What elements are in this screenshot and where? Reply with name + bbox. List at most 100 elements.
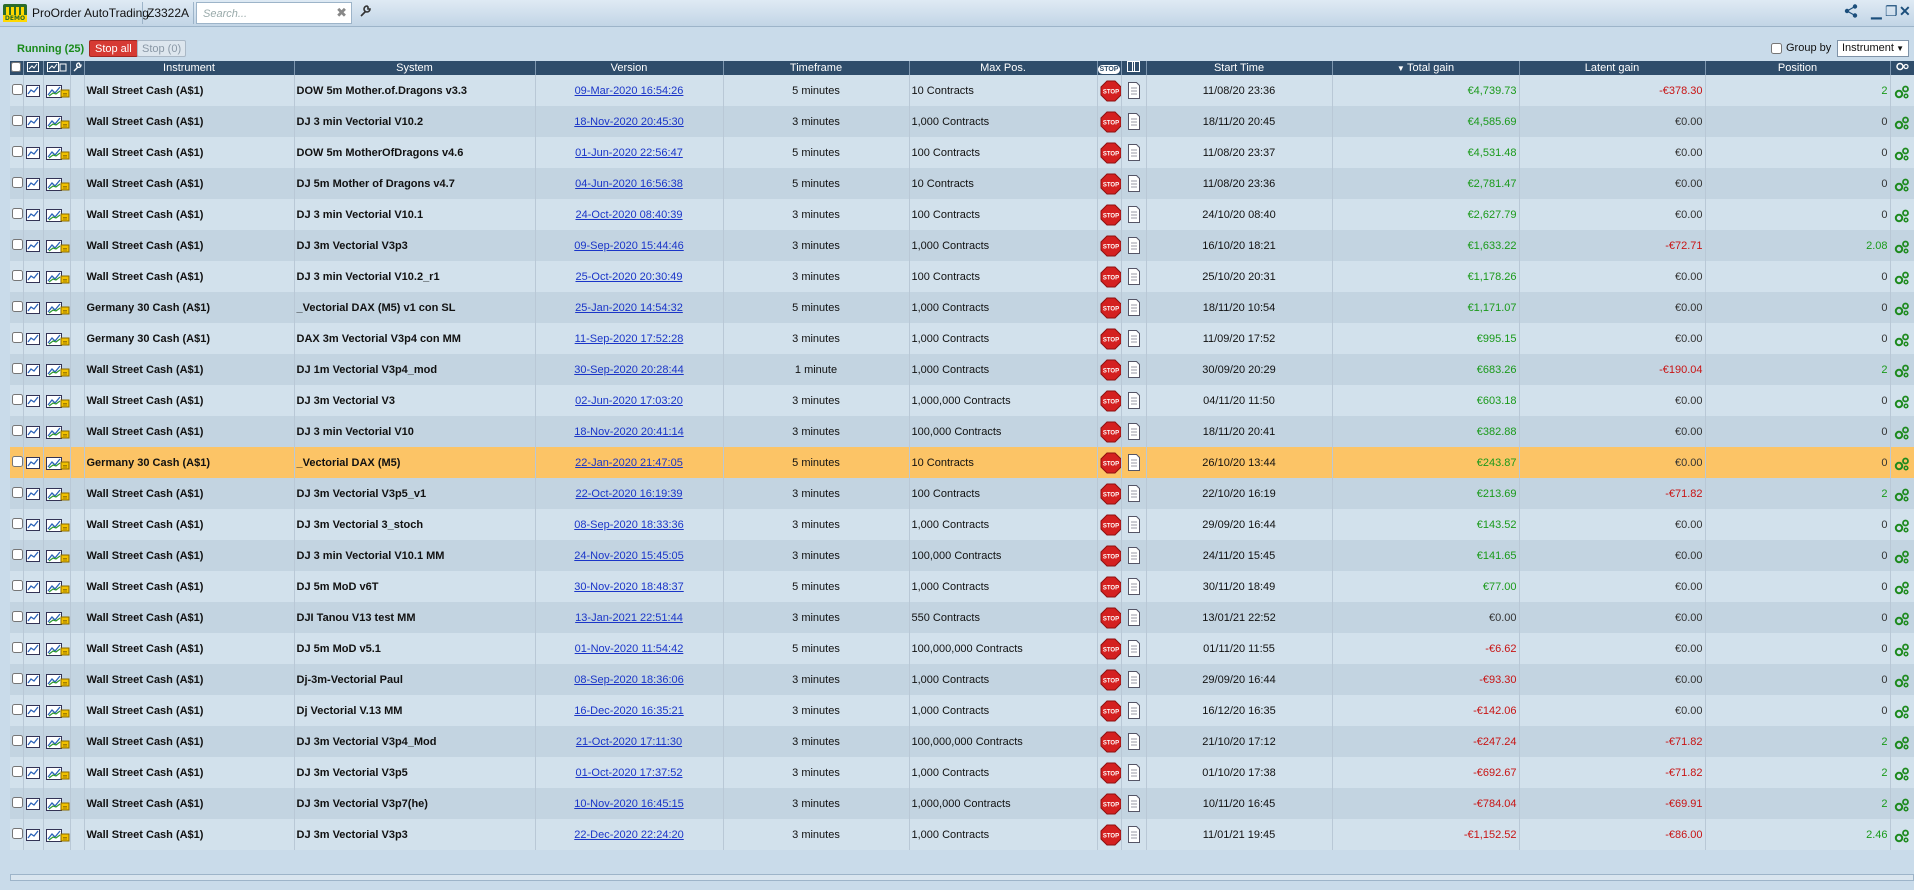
row-options-button[interactable] (1890, 602, 1914, 633)
row-options-button[interactable] (1890, 137, 1914, 168)
row-checkbox-cell[interactable] (10, 199, 24, 230)
table-row[interactable]: Germany 30 Cash (A$1) _Vectorial DAX (M5)… (10, 447, 1914, 478)
chart-icon[interactable] (23, 726, 44, 757)
stop-button[interactable]: STOP (1097, 199, 1122, 230)
row-options-button[interactable] (1890, 168, 1914, 199)
search-box[interactable]: ✖ (196, 2, 352, 24)
table-row[interactable]: Wall Street Cash (A$1) DJ 3 min Vectorial… (10, 261, 1914, 292)
row-checkbox[interactable] (12, 424, 22, 436)
chart-icon[interactable] (23, 354, 44, 385)
stop-button[interactable]: STOP (1097, 695, 1122, 726)
row-options-button[interactable] (1890, 292, 1914, 323)
row-checkbox-cell[interactable] (10, 447, 24, 478)
stop-button[interactable]: STOP (1097, 478, 1122, 509)
chart-icon[interactable] (23, 168, 44, 199)
backtest-icon[interactable] (43, 137, 71, 168)
table-row[interactable]: Wall Street Cash (A$1) DJ 3m Vectorial V3… (10, 726, 1914, 757)
version-link[interactable]: 18-Nov-2020 20:41:14 (535, 416, 724, 447)
report-button[interactable] (1121, 168, 1147, 199)
backtest-icon[interactable] (43, 757, 71, 788)
backtest-icon[interactable] (43, 168, 71, 199)
row-checkbox[interactable] (12, 207, 22, 219)
table-row[interactable]: Wall Street Cash (A$1) DJ 3 min Vectorial… (10, 106, 1914, 137)
row-options-button[interactable] (1890, 664, 1914, 695)
chart-icon[interactable] (23, 447, 44, 478)
group-by-toggle[interactable]: Group by (1771, 42, 1831, 54)
report-button[interactable] (1121, 447, 1147, 478)
row-options-button[interactable] (1890, 509, 1914, 540)
report-button[interactable] (1121, 571, 1147, 602)
group-by-checkbox[interactable] (1771, 42, 1782, 54)
report-button[interactable] (1121, 633, 1147, 664)
table-row[interactable]: Wall Street Cash (A$1) DJ 3m Vectorial V3… (10, 757, 1914, 788)
table-row[interactable]: Wall Street Cash (A$1) DJ 5m MoD v6T 30-No… (10, 571, 1914, 602)
stop-button[interactable]: STOP (1097, 106, 1122, 137)
row-checkbox[interactable] (12, 734, 22, 746)
row-checkbox-cell[interactable] (10, 788, 24, 819)
chart-icon[interactable] (23, 571, 44, 602)
report-button[interactable] (1121, 385, 1147, 416)
chart-icon[interactable] (23, 75, 44, 106)
version-link[interactable]: 01-Nov-2020 11:54:42 (535, 633, 724, 664)
table-row[interactable]: Germany 30 Cash (A$1) DAX 3m Vectorial V3… (10, 323, 1914, 354)
report-button[interactable] (1121, 726, 1147, 757)
version-link[interactable]: 08-Sep-2020 18:36:06 (535, 664, 724, 695)
row-checkbox[interactable] (12, 579, 22, 591)
report-button[interactable] (1121, 788, 1147, 819)
horizontal-scrollbar[interactable] (10, 874, 1914, 881)
report-button[interactable] (1121, 292, 1147, 323)
backtest-icon[interactable] (43, 323, 71, 354)
chart-icon[interactable] (23, 788, 44, 819)
report-button[interactable] (1121, 602, 1147, 633)
col-max-pos[interactable]: Max Pos. (909, 61, 1098, 75)
clear-search-icon[interactable]: ✖ (336, 5, 347, 21)
report-button[interactable] (1121, 137, 1147, 168)
row-checkbox[interactable] (12, 796, 22, 808)
version-link[interactable]: 25-Jan-2020 14:54:32 (535, 292, 724, 323)
version-link[interactable]: 30-Nov-2020 18:48:37 (535, 571, 724, 602)
report-button[interactable] (1121, 695, 1147, 726)
version-link[interactable]: 09-Sep-2020 15:44:46 (535, 230, 724, 261)
select-all-header[interactable] (10, 61, 24, 75)
report-button[interactable] (1121, 199, 1147, 230)
chart-icon[interactable] (23, 292, 44, 323)
chart-icon[interactable] (23, 509, 44, 540)
chart-icon[interactable] (23, 602, 44, 633)
row-checkbox-cell[interactable] (10, 509, 24, 540)
version-link[interactable]: 22-Dec-2020 22:24:20 (535, 819, 724, 850)
version-link[interactable]: 18-Nov-2020 20:45:30 (535, 106, 724, 137)
backtest-icon[interactable] (43, 230, 71, 261)
backtest-icon[interactable] (43, 726, 71, 757)
chart-icon[interactable] (23, 385, 44, 416)
chart-icon[interactable] (23, 137, 44, 168)
backtest-icon[interactable] (43, 261, 71, 292)
version-link[interactable]: 24-Oct-2020 08:40:39 (535, 199, 724, 230)
row-checkbox-cell[interactable] (10, 695, 24, 726)
row-checkbox[interactable] (12, 610, 22, 622)
backtest-icon[interactable] (43, 571, 71, 602)
share-icon[interactable] (1843, 3, 1859, 22)
version-link[interactable]: 09-Mar-2020 16:54:26 (535, 75, 724, 106)
search-input[interactable] (201, 4, 333, 24)
stop-button[interactable]: STOP (1097, 757, 1122, 788)
version-link[interactable]: 02-Jun-2020 17:03:20 (535, 385, 724, 416)
report-button[interactable] (1121, 323, 1147, 354)
report-button[interactable] (1121, 509, 1147, 540)
row-checkbox-cell[interactable] (10, 230, 24, 261)
row-checkbox-cell[interactable] (10, 75, 24, 106)
version-link[interactable]: 21-Oct-2020 17:11:30 (535, 726, 724, 757)
backtest-icon[interactable] (43, 509, 71, 540)
row-checkbox[interactable] (12, 331, 22, 343)
row-checkbox-cell[interactable] (10, 137, 24, 168)
table-row[interactable]: Germany 30 Cash (A$1) _Vectorial DAX (M5)… (10, 292, 1914, 323)
backtest-icon[interactable] (43, 447, 71, 478)
backtest-icon[interactable] (43, 416, 71, 447)
report-button[interactable] (1121, 261, 1147, 292)
version-link[interactable]: 24-Nov-2020 15:45:05 (535, 540, 724, 571)
backtest-icon[interactable] (43, 695, 71, 726)
row-checkbox[interactable] (12, 176, 22, 188)
row-checkbox[interactable] (12, 486, 22, 498)
row-options-button[interactable] (1890, 385, 1914, 416)
table-row[interactable]: Wall Street Cash (A$1) DJ 3m Vectorial 3_… (10, 509, 1914, 540)
col-start-time[interactable]: Start Time (1146, 61, 1333, 75)
